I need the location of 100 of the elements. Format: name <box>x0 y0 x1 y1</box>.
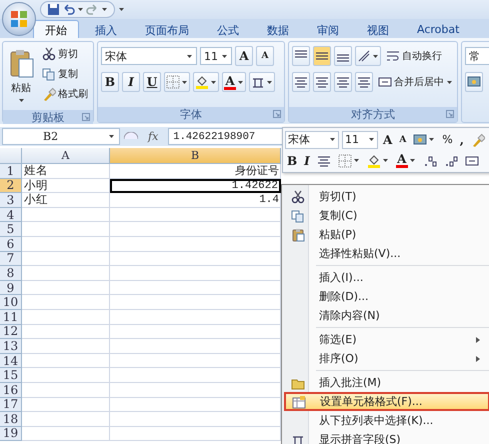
comma-button[interactable]: , <box>458 132 466 146</box>
table-cell[interactable] <box>22 398 110 412</box>
fill-color-button[interactable] <box>193 72 219 92</box>
center-button[interactable] <box>313 72 331 92</box>
table-cell[interactable]: 1.42622 <box>110 178 281 194</box>
table-cell[interactable] <box>22 382 110 398</box>
copy-button[interactable]: 复制 <box>40 64 90 83</box>
font-name-dropdown[interactable]: 宋体 <box>285 130 339 148</box>
table-cell[interactable] <box>110 236 281 252</box>
table-cell[interactable] <box>22 266 110 281</box>
row-header[interactable]: 15 <box>0 368 22 383</box>
phonetic-button[interactable] <box>249 72 275 92</box>
table-cell[interactable] <box>110 295 281 310</box>
table-cell[interactable] <box>22 426 110 442</box>
format-painter-button[interactable]: 格式刷 <box>40 84 90 103</box>
table-cell[interactable] <box>110 252 281 266</box>
row-header[interactable]: 7 <box>0 252 22 266</box>
row-header[interactable]: 10 <box>0 295 22 310</box>
grow-font-button[interactable]: A <box>381 132 394 146</box>
row-header[interactable]: 3 <box>0 193 22 208</box>
table-cell[interactable] <box>110 368 281 383</box>
table-cell[interactable] <box>110 324 281 340</box>
name-box[interactable]: B2 <box>2 128 120 145</box>
table-cell[interactable] <box>22 412 110 427</box>
table-cell[interactable] <box>22 280 110 296</box>
top-align-button[interactable] <box>292 46 310 66</box>
row-header[interactable]: 6 <box>0 236 22 252</box>
table-cell[interactable]: 小红 <box>22 193 110 208</box>
merge-center-button[interactable]: 合并后居中 <box>376 72 455 92</box>
underline-button[interactable]: U <box>143 72 161 92</box>
table-cell[interactable] <box>110 339 281 354</box>
ribbon-tab[interactable]: 审阅 <box>305 20 351 38</box>
menu-item[interactable]: 清除内容(N) <box>284 306 489 325</box>
ribbon-tab[interactable]: 公式 <box>205 20 251 38</box>
column-header[interactable]: B <box>110 148 281 164</box>
table-cell[interactable] <box>110 354 281 368</box>
table-cell[interactable] <box>22 295 110 310</box>
menu-item[interactable]: 粘贴(P) <box>284 225 489 244</box>
table-cell[interactable] <box>110 208 281 222</box>
table-cell[interactable] <box>110 398 281 412</box>
row-header[interactable]: 19 <box>0 426 22 442</box>
table-cell[interactable] <box>22 222 110 237</box>
row-header[interactable]: 9 <box>0 280 22 296</box>
align-right-button[interactable] <box>334 72 352 92</box>
menu-item[interactable]: 筛选(E) <box>284 330 489 349</box>
table-cell[interactable] <box>22 354 110 368</box>
ribbon-tab[interactable]: 开始 <box>33 20 79 38</box>
table-cell[interactable] <box>110 222 281 237</box>
menu-item[interactable]: 插入(I)... <box>284 268 489 287</box>
table-cell[interactable] <box>110 310 281 325</box>
table-cell[interactable] <box>22 236 110 252</box>
currency-button[interactable] <box>465 72 483 92</box>
menu-item[interactable]: 删除(D)... <box>284 287 489 306</box>
cut-button[interactable]: 剪切 <box>40 44 90 63</box>
row-header[interactable]: 11 <box>0 310 22 325</box>
ribbon-tab[interactable]: Acrobat <box>405 20 472 38</box>
row-header[interactable]: 16 <box>0 382 22 398</box>
bold-button[interactable]: B <box>285 154 300 168</box>
ribbon-tab[interactable]: 数据 <box>255 20 301 38</box>
merge-center-button[interactable] <box>462 154 481 168</box>
table-cell[interactable] <box>110 412 281 427</box>
paste-button[interactable]: 粘贴 <box>6 44 36 108</box>
row-header[interactable]: 14 <box>0 354 22 368</box>
table-cell[interactable]: 小明 <box>22 178 110 194</box>
font-color-button[interactable]: A <box>394 153 418 168</box>
ribbon-tab[interactable]: 视图 <box>355 20 401 38</box>
percent-button[interactable]: % <box>440 133 455 146</box>
font-color-button[interactable]: A <box>222 72 246 92</box>
shrink-font-button[interactable]: A <box>256 46 274 66</box>
table-cell[interactable] <box>22 310 110 325</box>
table-cell[interactable]: 身份证号 <box>110 164 281 179</box>
menu-item[interactable]: 选择性粘贴(V)... <box>284 244 489 263</box>
menu-item[interactable]: 从下拉列表中选择(K)... <box>284 411 489 430</box>
table-cell[interactable]: 1.4 <box>110 193 281 208</box>
font-size-dropdown[interactable]: 11 <box>342 130 378 148</box>
table-cell[interactable] <box>110 266 281 281</box>
menu-item[interactable]: 剪切(T) <box>284 187 489 206</box>
font-name-dropdown[interactable]: 宋体 <box>101 47 197 65</box>
insert-function-button[interactable]: fx <box>142 130 164 143</box>
shrink-font-button[interactable]: A <box>397 134 408 144</box>
table-cell[interactable] <box>22 324 110 340</box>
menu-item[interactable]: 插入批注(M) <box>284 373 489 392</box>
align-left-button[interactable] <box>292 72 310 92</box>
italic-button[interactable]: I <box>302 154 312 168</box>
row-header[interactable]: 12 <box>0 324 22 340</box>
table-cell[interactable] <box>22 208 110 222</box>
row-header[interactable]: 8 <box>0 266 22 281</box>
middle-align-button[interactable] <box>313 46 331 66</box>
row-header[interactable]: 5 <box>0 222 22 237</box>
borders-button[interactable] <box>164 72 190 92</box>
table-cell[interactable] <box>22 252 110 266</box>
ribbon-tab[interactable]: 页面布局 <box>133 20 201 38</box>
table-cell[interactable] <box>110 382 281 398</box>
table-cell[interactable] <box>22 339 110 354</box>
font-size-dropdown[interactable]: 11 <box>200 47 232 65</box>
grow-font-button[interactable]: A <box>235 46 253 66</box>
row-header[interactable]: 4 <box>0 208 22 222</box>
italic-button[interactable]: I <box>122 72 140 92</box>
menu-item[interactable]: 复制(C) <box>284 206 489 225</box>
row-header[interactable]: 18 <box>0 412 22 427</box>
